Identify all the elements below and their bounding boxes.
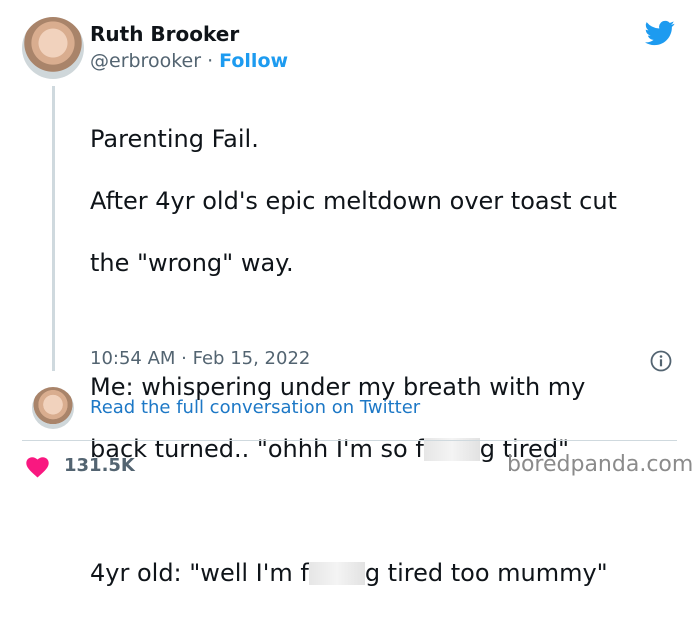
like-count[interactable]: 131.5K — [64, 455, 135, 476]
divider — [22, 440, 677, 441]
info-icon[interactable] — [650, 350, 672, 372]
tweet-line: After 4yr old's epic meltdown over toast… — [90, 187, 617, 215]
censor-blur — [308, 562, 365, 585]
author-handle[interactable]: @erbrooker — [90, 50, 201, 72]
tweet-line-part: g tired too mummy" — [364, 559, 608, 587]
follow-button[interactable]: Follow — [219, 50, 288, 72]
read-conversation-link[interactable]: Read the full conversation on Twitter — [90, 397, 420, 418]
tweet-line: 4yr old: "well I'm f g tired too mummy" — [90, 558, 680, 589]
tweet-line: the "wrong" way. — [90, 249, 294, 277]
author-avatar[interactable] — [22, 17, 84, 79]
tweet-line-part: 4yr old: "well I'm f — [90, 559, 309, 587]
author-handle-row: @erbrooker · Follow — [90, 50, 288, 72]
reply-avatar[interactable] — [32, 387, 74, 429]
handle-separator: · — [201, 50, 220, 72]
thread-connector-line — [52, 86, 55, 371]
author-name[interactable]: Ruth Brooker — [90, 22, 239, 46]
heart-icon[interactable] — [25, 456, 50, 478]
censor-blur — [423, 438, 480, 461]
tweet-line: Parenting Fail. — [90, 125, 259, 153]
tweet-timestamp[interactable]: 10:54 AM · Feb 15, 2022 — [90, 348, 310, 369]
watermark: boredpanda.com — [507, 452, 694, 477]
twitter-bird-icon[interactable] — [643, 18, 677, 48]
